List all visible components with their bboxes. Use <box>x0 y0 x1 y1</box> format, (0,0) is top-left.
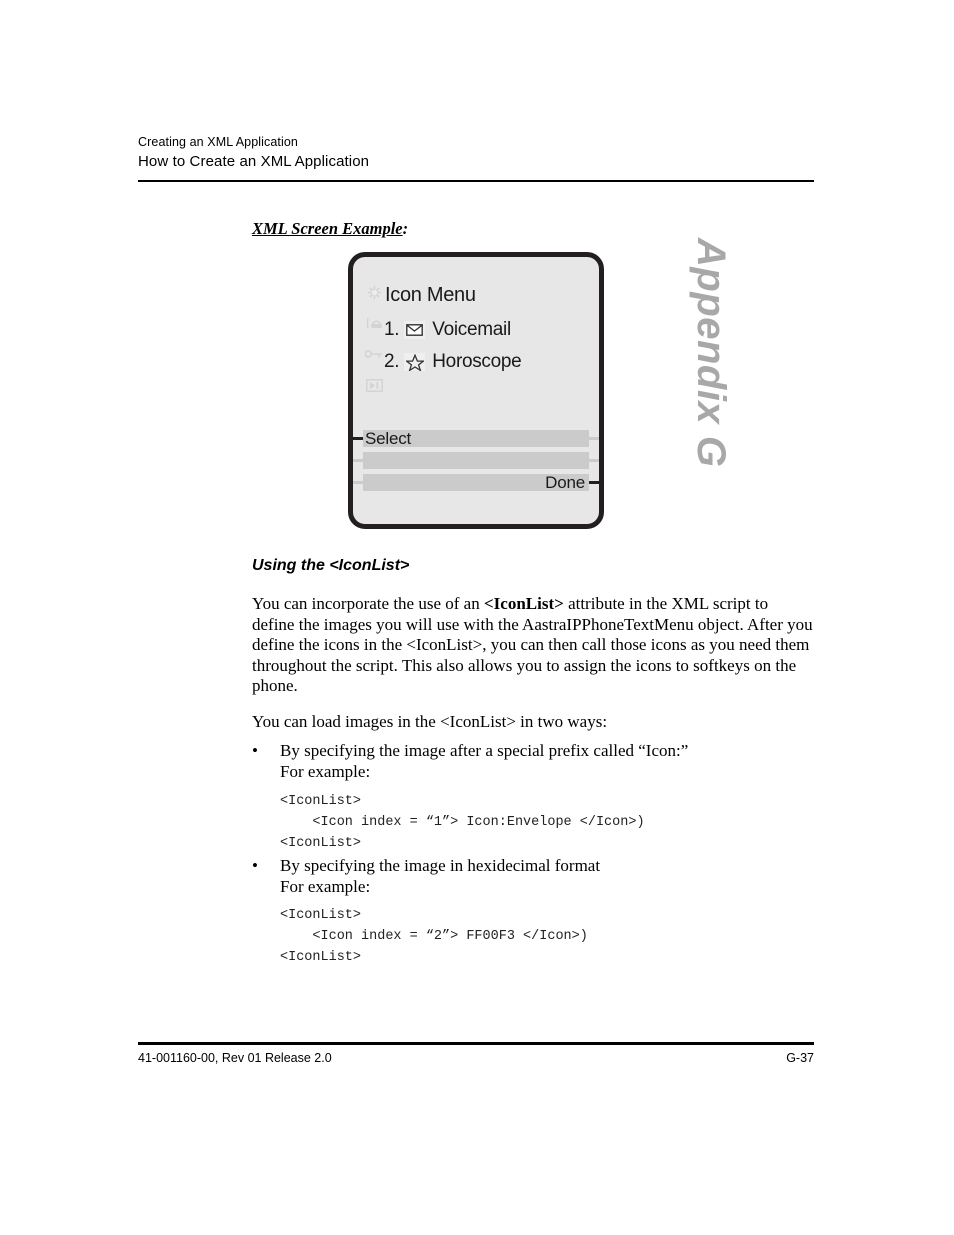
xml-screen-example-label: XML Screen Example: <box>252 219 408 239</box>
phone-menu-item-number: 1. <box>384 319 400 340</box>
bullet-body: By specifying the image after a special … <box>280 741 814 782</box>
bullet-body: By specifying the image in hexidecimal f… <box>280 856 814 897</box>
softkey-row-1[interactable]: Select <box>353 430 599 447</box>
paragraph-two-ways: You can load images in the <IconList> in… <box>252 712 608 731</box>
softkey-right-dash <box>589 437 599 440</box>
footer-divider <box>138 1042 814 1045</box>
code-block-prefix-example: <IconList> <Icon index = “1”> Icon:Envel… <box>280 794 645 851</box>
softkey-row-3[interactable]: Done <box>353 474 599 491</box>
envelope-icon <box>404 321 426 339</box>
phone-screen-illustration: Icon Menu 1. Voicemail 2. Horoscope Sele… <box>348 252 604 529</box>
asterisk-icon <box>361 281 387 303</box>
bullet-line-1: By specifying the image in hexidecimal f… <box>280 856 601 875</box>
star-icon <box>404 353 426 371</box>
phone-menu-item-label: Voicemail <box>432 319 511 340</box>
phone-menu-item-voicemail[interactable]: 1. Voicemail <box>384 319 511 341</box>
bullet-marker: • <box>252 856 258 875</box>
paragraph-iconlist-description: You can incorporate the use of an <IconL… <box>252 594 814 697</box>
softkey-bar: Done <box>363 474 589 491</box>
softkey-label-done: Done <box>545 473 585 492</box>
softkey-right-dash <box>589 459 599 462</box>
softkey-row-2[interactable] <box>353 452 599 469</box>
header-section-title: How to Create an XML Application <box>138 153 370 170</box>
bullet-item-hexidecimal: • By specifying the image in hexidecimal… <box>252 856 814 897</box>
appendix-side-tab: Appendix G <box>689 238 733 468</box>
softkey-left-dash <box>353 437 363 440</box>
document-page: Creating an XML Application How to Creat… <box>0 0 954 1235</box>
bullet-line-2: For example: <box>280 876 371 896</box>
softkey-left-dash <box>353 459 363 462</box>
navigation-marker-icon <box>361 374 387 396</box>
xml-screen-example-colon: : <box>402 219 409 238</box>
page-header: Creating an XML Application How to Creat… <box>138 133 814 173</box>
softkey-right-dash <box>589 481 599 484</box>
code-block-hexidecimal-example: <IconList> <Icon index = “2”> FF00F3 </I… <box>280 908 588 965</box>
header-chapter-title: Creating an XML Application <box>138 135 298 149</box>
paragraph-bold-iconlist: <IconList> <box>483 594 564 613</box>
footer-page-number: G-37 <box>786 1051 814 1065</box>
paragraph-part-1: You can incorporate the use of an <box>252 594 484 613</box>
footer-document-id: 41-001160-00, Rev 01 Release 2.0 <box>138 1051 332 1065</box>
softkey-label-select: Select <box>365 429 412 448</box>
bullet-line-2: For example: <box>280 761 371 781</box>
sub-heading-using-iconlist: Using the <IconList> <box>252 557 410 574</box>
phone-screen-inner: Icon Menu 1. Voicemail 2. Horoscope Sele… <box>353 257 599 524</box>
bullet-marker: • <box>252 741 258 760</box>
xml-screen-example-text: XML Screen Example <box>252 219 403 238</box>
phone-menu-item-label: Horoscope <box>432 351 522 372</box>
bullet-line-1: By specifying the image after a special … <box>280 741 689 760</box>
bullet-item-prefix: • By specifying the image after a specia… <box>252 741 814 782</box>
phone-screen-title: Icon Menu <box>385 284 476 306</box>
phone-softkey-area: Select Done <box>353 430 599 496</box>
softkey-left-dash <box>353 481 363 484</box>
page-footer: 41-001160-00, Rev 01 Release 2.0 G-37 <box>138 1049 814 1067</box>
phone-menu-item-horoscope[interactable]: 2. Horoscope <box>384 351 522 373</box>
phone-left-rail <box>361 281 387 405</box>
softkey-bar <box>363 452 589 469</box>
softkey-bar: Select <box>363 430 589 447</box>
phone-menu-item-number: 2. <box>384 351 400 372</box>
header-divider <box>138 180 814 182</box>
